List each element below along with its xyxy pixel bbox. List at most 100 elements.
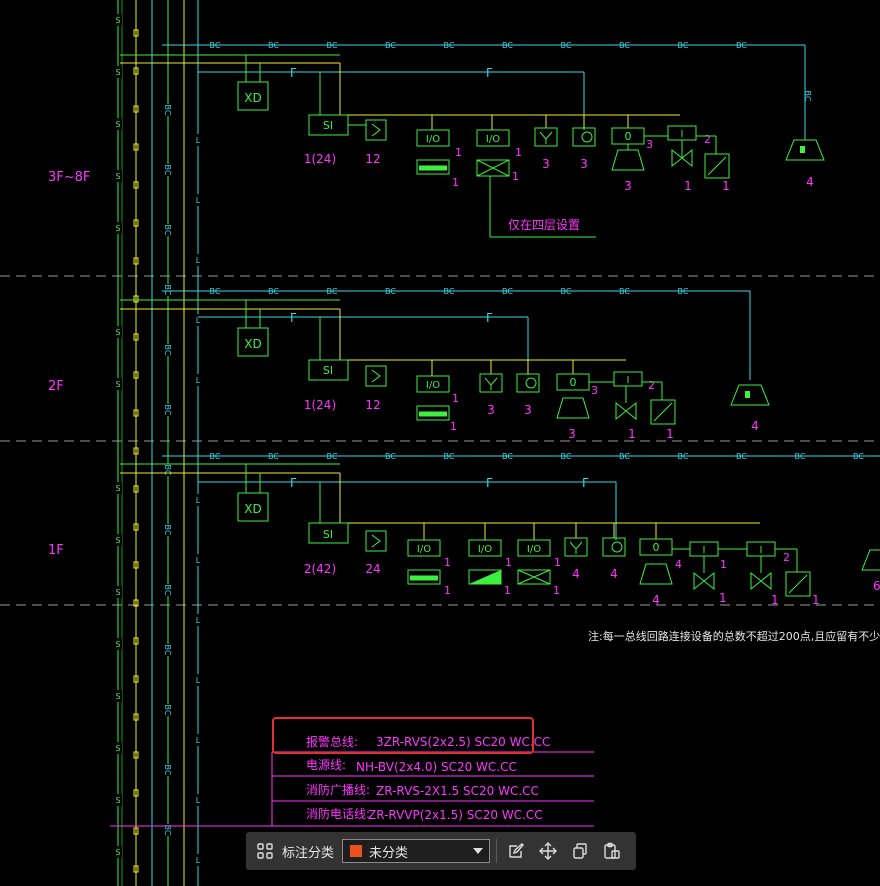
riser-tag: S bbox=[115, 588, 120, 597]
grid-icon[interactable] bbox=[252, 838, 278, 864]
svg-text:1: 1 bbox=[452, 176, 459, 189]
svg-text:4: 4 bbox=[572, 567, 580, 581]
svg-text:I: I bbox=[760, 545, 763, 556]
riser-tag: S bbox=[115, 328, 120, 337]
svg-text:2(42): 2(42) bbox=[304, 562, 336, 576]
toolbar-separator bbox=[496, 839, 498, 863]
svg-text:1: 1 bbox=[684, 179, 692, 193]
svg-text:F: F bbox=[290, 476, 297, 490]
svg-text:1: 1 bbox=[504, 584, 511, 597]
edit-icon[interactable] bbox=[503, 838, 529, 864]
svg-text:1: 1 bbox=[444, 584, 451, 597]
riser-tag: S bbox=[115, 224, 120, 233]
floor-2f-circuit: XD SI 1(24) 12 I/O 1 1 3 3 0 3 3 I 2 1 1… bbox=[120, 290, 770, 441]
riser-tag: BC bbox=[163, 765, 172, 776]
legend-name-4: 消防电话线: bbox=[306, 806, 370, 821]
svg-text:1: 1 bbox=[812, 593, 820, 607]
paste-icon[interactable] bbox=[599, 838, 625, 864]
riser-tag: BC bbox=[163, 585, 172, 596]
riser-tag: L bbox=[196, 196, 201, 205]
riser-tag: BC bbox=[163, 705, 172, 716]
svg-text:3: 3 bbox=[542, 157, 550, 171]
svg-text:I/O: I/O bbox=[426, 380, 440, 391]
svg-text:2: 2 bbox=[704, 133, 711, 146]
svg-text:1: 1 bbox=[553, 584, 560, 597]
riser-tag: L bbox=[196, 496, 201, 505]
svg-text:3: 3 bbox=[624, 179, 632, 193]
svg-text:1: 1 bbox=[722, 179, 730, 193]
svg-text:3: 3 bbox=[524, 403, 532, 417]
move-icon[interactable] bbox=[535, 838, 561, 864]
riser-tag: BC bbox=[163, 225, 172, 236]
cad-drawing-canvas[interactable]: S S S S S S S S S S S S S S S BC BC BC BC BC BC BC BC BC BC BC BC B… bbox=[0, 0, 880, 886]
svg-text:I/O: I/O bbox=[527, 544, 541, 555]
floor-label-1f: 1F bbox=[48, 543, 64, 558]
copy-icon[interactable] bbox=[567, 838, 593, 864]
svg-text:1: 1 bbox=[666, 427, 674, 441]
svg-text:I/O: I/O bbox=[426, 134, 440, 145]
xd-label-upper: XD bbox=[244, 91, 261, 105]
category-label: 标注分类 bbox=[282, 845, 335, 861]
legend-name-1: 报警总线: bbox=[306, 734, 358, 749]
svg-text:2: 2 bbox=[783, 551, 790, 564]
riser-tag: L bbox=[196, 856, 201, 865]
svg-text:SI: SI bbox=[323, 528, 333, 541]
svg-text:1: 1 bbox=[554, 556, 561, 569]
legend-spec-3: ZR-RVS-2X1.5 SC20 WC.CC bbox=[376, 784, 539, 798]
riser-tag: BC bbox=[163, 105, 172, 116]
riser-tag: S bbox=[115, 120, 120, 129]
riser-tag: BC bbox=[163, 345, 172, 356]
riser-tag: L bbox=[196, 676, 201, 685]
svg-text:SI: SI bbox=[323, 364, 333, 377]
legend-spec-1: 3ZR-RVS(2x2.5) SC20 WC.CC bbox=[376, 735, 550, 749]
svg-text:1: 1 bbox=[515, 146, 522, 159]
riser-tag: S bbox=[115, 796, 120, 805]
svg-text:3: 3 bbox=[591, 384, 598, 397]
svg-text:SI: SI bbox=[323, 119, 333, 132]
legend-spec-2: NH-BV(2x4.0) SC20 WC.CC bbox=[356, 760, 517, 774]
svg-text:4: 4 bbox=[751, 419, 759, 433]
annotation-toolbar: 标注分类 未分类 bbox=[246, 832, 636, 870]
svg-text:12: 12 bbox=[365, 398, 380, 412]
floor-label-upper: 3F~8F bbox=[48, 170, 90, 185]
svg-text:24: 24 bbox=[365, 562, 380, 576]
riser-tag: L bbox=[196, 616, 201, 625]
svg-text:F: F bbox=[582, 476, 589, 490]
svg-text:1(24): 1(24) bbox=[304, 398, 336, 412]
svg-text:1: 1 bbox=[455, 146, 462, 159]
svg-text:0: 0 bbox=[570, 376, 577, 389]
svg-text:0: 0 bbox=[625, 130, 632, 143]
riser-tag: L bbox=[196, 796, 201, 805]
svg-text:4: 4 bbox=[806, 175, 814, 189]
riser-tag: BC bbox=[163, 525, 172, 536]
svg-text:I/O: I/O bbox=[478, 544, 492, 555]
svg-text:I/O: I/O bbox=[486, 134, 500, 145]
riser-tag: BC bbox=[163, 645, 172, 656]
svg-text:1: 1 bbox=[450, 420, 457, 433]
legend-spec-4: ZR-RVVP(2x1.5) SC20 WC.CC bbox=[368, 808, 543, 822]
category-select[interactable]: 未分类 bbox=[342, 839, 491, 863]
svg-text:3: 3 bbox=[580, 157, 588, 171]
svg-text:1: 1 bbox=[512, 170, 519, 183]
floor-label-2f: 2F bbox=[48, 379, 64, 394]
riser-tag: S bbox=[115, 848, 120, 857]
design-note: 注:每一总线回路连接设备的总数不超过200点,且应留有不少于额定容量 bbox=[588, 629, 880, 643]
category-color-swatch bbox=[349, 844, 364, 858]
riser-tag: S bbox=[115, 640, 120, 649]
riser-tag: S bbox=[115, 536, 120, 545]
riser-tag: S bbox=[115, 172, 120, 181]
svg-text:XD: XD bbox=[244, 502, 261, 516]
svg-text:F: F bbox=[290, 311, 297, 325]
svg-text:1: 1 bbox=[452, 392, 459, 405]
vertical-risers bbox=[117, 0, 199, 886]
legend-name-2: 电源线: bbox=[306, 758, 346, 772]
svg-text:1: 1 bbox=[628, 427, 636, 441]
riser-tag: S bbox=[115, 692, 120, 701]
legend-name-3: 消防广播线: bbox=[306, 782, 370, 797]
svg-text:F: F bbox=[290, 66, 297, 80]
riser-tag: S bbox=[115, 68, 120, 77]
svg-text:3: 3 bbox=[568, 427, 576, 441]
fourth-floor-note: 仅在四层设置 bbox=[508, 218, 580, 232]
svg-text:0: 0 bbox=[653, 541, 660, 554]
riser-tag: S bbox=[115, 744, 120, 753]
